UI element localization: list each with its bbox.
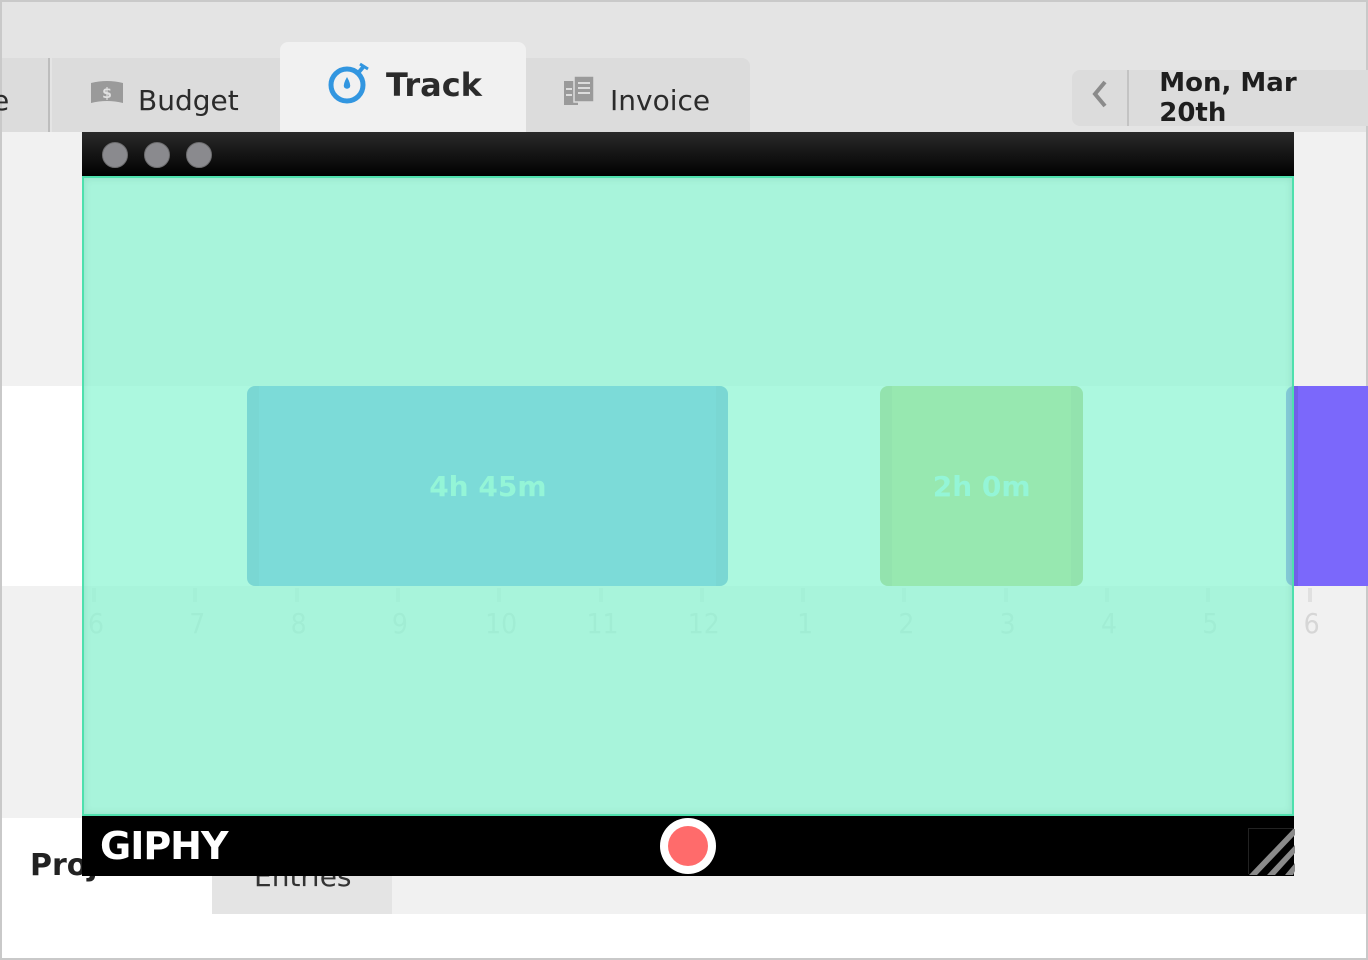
time-entry-block[interactable] [1285,386,1368,586]
invoice-documents-icon [562,74,596,116]
svg-text:$: $ [102,86,112,102]
tab-track[interactable]: Track [280,42,526,132]
tab-invoice[interactable]: Invoice [526,58,750,132]
date-navigator: Mon, Mar 20th [1072,68,1368,128]
close-window-dot[interactable] [102,142,128,168]
tab-label: e [0,83,10,117]
previous-day-button[interactable] [1072,70,1130,126]
resize-grip-icon[interactable] [1248,827,1295,875]
hour-label: 6 [1303,607,1320,640]
record-button[interactable] [660,818,716,874]
stopwatch-icon [326,60,372,114]
tab-label: Budget [138,83,239,117]
tab-label: Track [386,66,482,104]
capture-titlebar[interactable] [82,132,1294,176]
capture-region[interactable] [82,176,1294,816]
current-date: Mon, Mar 20th [1159,68,1297,128]
tab-label: Invoice [610,83,711,117]
page-footer [2,914,1366,958]
money-bill-icon: $ [90,79,124,112]
top-tab-bar: e $ Budget Track Invoice Mon, Mar 20th [0,2,1368,132]
giphy-capture-window: GIPHY [82,132,1295,876]
tab-previous-truncated[interactable]: e [0,58,50,132]
hour-tick [1307,588,1312,602]
minimize-window-dot[interactable] [144,142,170,168]
record-icon [668,826,708,866]
tab-budget[interactable]: $ Budget [52,58,280,132]
zoom-window-dot[interactable] [186,142,212,168]
giphy-logo: GIPHY [100,824,228,868]
capture-controls: GIPHY [82,816,1295,876]
chevron-left-icon [1091,79,1109,117]
